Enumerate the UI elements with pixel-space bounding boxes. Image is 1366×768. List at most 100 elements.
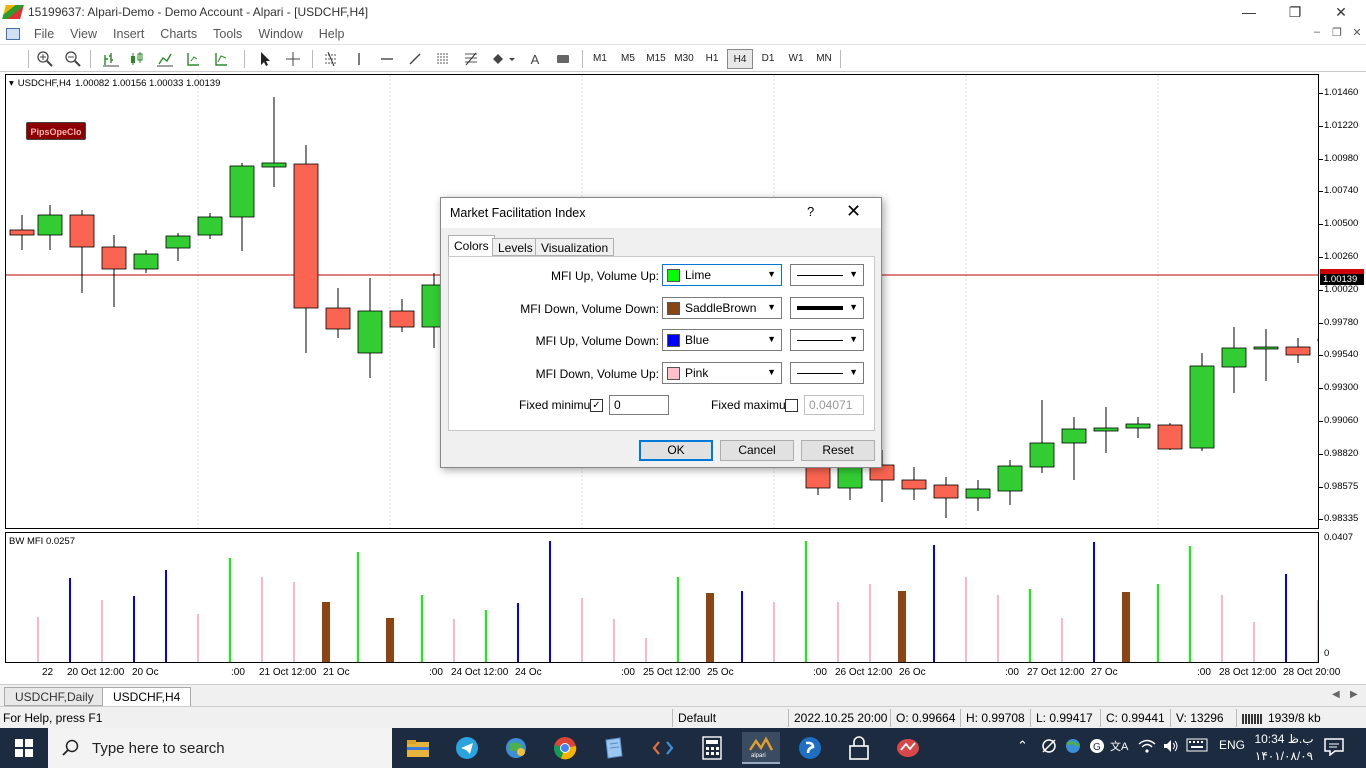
close-button[interactable]: ✕ bbox=[1318, 0, 1364, 24]
time-label: 21 Oc bbox=[323, 667, 350, 678]
dialog-title-bar[interactable]: Market Facilitation Index ? ✕ bbox=[441, 198, 881, 228]
shapes-dropdown-icon[interactable] bbox=[488, 48, 518, 70]
mfi-up-volume-down-color-select[interactable]: Blue ▼ bbox=[662, 329, 782, 351]
mdi-close-button[interactable]: ✕ bbox=[1348, 26, 1366, 39]
tab-colors[interactable]: Colors bbox=[448, 235, 495, 257]
vertical-line-icon[interactable] bbox=[348, 48, 370, 70]
start-button[interactable] bbox=[0, 728, 48, 768]
zoom-in-icon[interactable] bbox=[34, 48, 56, 70]
tray-app-icon[interactable] bbox=[1040, 738, 1058, 757]
code-editor-icon[interactable] bbox=[644, 732, 682, 764]
chart-tool-icon[interactable] bbox=[889, 732, 927, 764]
timeframe-m5[interactable]: M5 bbox=[615, 49, 641, 69]
file-explorer-icon[interactable] bbox=[399, 732, 437, 764]
input-method-icon[interactable]: 文A bbox=[1110, 738, 1130, 757]
indicator-header: BW MFI 0.0257 bbox=[9, 536, 75, 547]
timeframe-m30[interactable]: M30 bbox=[671, 49, 697, 69]
tab-levels[interactable]: Levels bbox=[492, 238, 539, 256]
auto-scroll-icon[interactable] bbox=[182, 48, 204, 70]
mdi-restore-button[interactable]: ❐ bbox=[1328, 26, 1346, 39]
text-label-icon[interactable] bbox=[552, 48, 574, 70]
line-chart-icon[interactable] bbox=[154, 48, 176, 70]
candle-body bbox=[261, 162, 287, 168]
network-app-icon[interactable] bbox=[497, 732, 535, 764]
menu-file[interactable]: File bbox=[26, 27, 62, 41]
tab-usdchf-daily[interactable]: USDCHF,Daily bbox=[4, 687, 105, 706]
menu-insert[interactable]: Insert bbox=[105, 27, 152, 41]
tab-visualization[interactable]: Visualization bbox=[535, 238, 615, 256]
maximize-button[interactable]: ❐ bbox=[1272, 0, 1318, 24]
status-time: 2022.10.25 20:00 bbox=[794, 711, 888, 725]
notification-icon[interactable] bbox=[1324, 738, 1344, 759]
dialog-help-button[interactable]: ? bbox=[807, 204, 814, 219]
mfi-down-volume-down-width-select[interactable]: ▼ bbox=[790, 297, 864, 319]
vpn-lock-icon[interactable] bbox=[840, 732, 878, 764]
fibonacci-icon[interactable] bbox=[460, 48, 482, 70]
mdi-minimize-button[interactable]: – bbox=[1308, 26, 1326, 38]
fixed-minimum-checkbox[interactable]: ✓ bbox=[590, 399, 603, 412]
ok-button[interactable]: OK bbox=[639, 440, 713, 461]
reset-button[interactable]: Reset bbox=[801, 440, 875, 461]
timeframe-m1[interactable]: M1 bbox=[587, 49, 613, 69]
fixed-minimum-input[interactable]: 0 bbox=[609, 395, 669, 415]
fixed-maximum-checkbox[interactable] bbox=[785, 399, 798, 412]
mfi-bar bbox=[421, 595, 423, 662]
tray-security-icon[interactable]: G bbox=[1088, 738, 1106, 757]
tabs-scroll-right-icon[interactable]: ▶ bbox=[1350, 689, 1358, 700]
mfi-up-volume-up-color-select[interactable]: Lime ▼ bbox=[662, 264, 782, 286]
horizontal-line-icon[interactable] bbox=[376, 48, 398, 70]
dialog-close-button[interactable]: ✕ bbox=[846, 201, 861, 222]
cancel-button[interactable]: Cancel bbox=[720, 440, 794, 461]
tab-usdchf-h4[interactable]: USDCHF,H4 bbox=[102, 687, 192, 706]
chevron-down-icon: ▼ bbox=[849, 334, 858, 344]
volume-icon[interactable] bbox=[1162, 738, 1180, 757]
text-tool-icon[interactable]: A bbox=[524, 48, 546, 70]
timeframe-m15[interactable]: M15 bbox=[643, 49, 669, 69]
candle-chart-icon[interactable] bbox=[126, 48, 148, 70]
mfi-down-volume-up-color-select[interactable]: Pink ▼ bbox=[662, 362, 782, 384]
telegram-icon[interactable] bbox=[448, 732, 486, 764]
mfi-down-volume-down-color-select[interactable]: SaddleBrown ▼ bbox=[662, 297, 782, 319]
equidistant-channel-icon[interactable] bbox=[432, 48, 454, 70]
timeframe-w1[interactable]: W1 bbox=[783, 49, 809, 69]
tray-network-app-icon[interactable] bbox=[1064, 738, 1082, 757]
status-traffic: 1939/8 kb bbox=[1268, 711, 1321, 725]
timeframe-mn[interactable]: MN bbox=[811, 49, 837, 69]
period-separator-icon[interactable] bbox=[320, 48, 342, 70]
mfi-down-volume-up-width-select[interactable]: ▼ bbox=[790, 362, 864, 384]
tabs-scroll-left-icon[interactable]: ◀ bbox=[1332, 689, 1340, 700]
keyboard-icon[interactable] bbox=[1186, 738, 1208, 755]
trendline-icon[interactable] bbox=[404, 48, 426, 70]
taskbar-search[interactable]: Type here to search bbox=[48, 728, 392, 768]
minimize-button[interactable]: — bbox=[1226, 0, 1272, 24]
wifi-icon[interactable] bbox=[1138, 738, 1156, 757]
price-label: 1.00260 bbox=[1324, 251, 1359, 262]
zoom-out-icon[interactable] bbox=[62, 48, 84, 70]
menu-help[interactable]: Help bbox=[311, 27, 353, 41]
bar-chart-icon[interactable] bbox=[100, 48, 122, 70]
timeframe-h4[interactable]: H4 bbox=[727, 49, 753, 69]
mfi-indicator-panel[interactable]: BW MFI 0.0257 bbox=[5, 532, 1318, 663]
menu-charts[interactable]: Charts bbox=[152, 27, 205, 41]
language-indicator[interactable]: ENG bbox=[1219, 738, 1245, 752]
cursor-icon[interactable] bbox=[254, 48, 276, 70]
calculator-icon[interactable] bbox=[693, 732, 731, 764]
mfi-up-volume-down-width-select[interactable]: ▼ bbox=[790, 329, 864, 351]
messenger-app-icon[interactable] bbox=[791, 732, 829, 764]
crosshair-icon[interactable] bbox=[282, 48, 304, 70]
menu-tools[interactable]: Tools bbox=[205, 27, 250, 41]
mfi-up-volume-up-width-select[interactable]: ▼ bbox=[790, 264, 864, 286]
tray-overflow-icon[interactable]: ⌃ bbox=[1017, 738, 1028, 754]
timeframe-d1[interactable]: D1 bbox=[755, 49, 781, 69]
chrome-icon[interactable] bbox=[546, 732, 584, 764]
taskbar-clock[interactable]: 10:34 ب.ظ ۱۴۰۱/۰۸/۰۹ bbox=[1252, 731, 1316, 765]
price-axis[interactable]: 1.01460 1.01220 1.00980 1.00740 1.00500 1.002… bbox=[1318, 74, 1366, 529]
menu-view[interactable]: View bbox=[62, 27, 105, 41]
chart-shift-icon[interactable] bbox=[210, 48, 232, 70]
timeframe-h1[interactable]: H1 bbox=[699, 49, 725, 69]
notes-app-icon[interactable] bbox=[595, 732, 633, 764]
metatrader-alpari-icon[interactable]: alpari bbox=[742, 732, 780, 764]
fixed-maximum-input[interactable]: 0.04071 bbox=[804, 395, 864, 415]
chart-collapse-icon[interactable]: ▾ bbox=[9, 78, 14, 89]
menu-window[interactable]: Window bbox=[250, 27, 310, 41]
